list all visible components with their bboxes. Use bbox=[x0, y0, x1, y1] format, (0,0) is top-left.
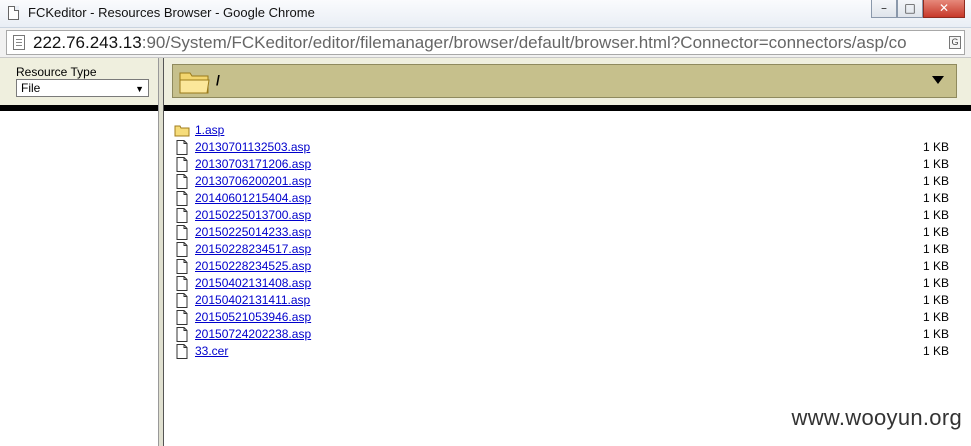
file-icon bbox=[176, 259, 188, 274]
window-controls: – □ ✕ bbox=[871, 0, 965, 18]
close-icon: ✕ bbox=[938, 1, 950, 15]
file-size: 1 KB bbox=[922, 310, 949, 324]
right-divider bbox=[164, 105, 971, 111]
page-info-icon[interactable] bbox=[13, 35, 25, 50]
file-row: 20130703171206.asp 1 KB bbox=[174, 156, 964, 173]
file-icon bbox=[176, 242, 188, 257]
file-link[interactable]: 20150724202238.asp bbox=[195, 327, 311, 341]
file-row: 20140601215404.asp 1 KB bbox=[174, 190, 964, 207]
file-link[interactable]: 20130703171206.asp bbox=[195, 157, 311, 171]
resource-type-select[interactable]: File ▼ bbox=[16, 79, 149, 97]
file-icon bbox=[176, 276, 188, 291]
file-link[interactable]: 20150225014233.asp bbox=[195, 225, 311, 239]
file-link[interactable]: 33.cer bbox=[195, 344, 228, 358]
file-link[interactable]: 20150402131408.asp bbox=[195, 276, 311, 290]
file-size: 1 KB bbox=[922, 242, 949, 256]
window-title: FCKeditor - Resources Browser - Google C… bbox=[28, 5, 315, 20]
file-link[interactable]: 20130706200201.asp bbox=[195, 174, 311, 188]
left-panel: Resource Type File ▼ bbox=[0, 58, 158, 446]
file-link[interactable]: 20150228234525.asp bbox=[195, 259, 311, 273]
minimize-button[interactable]: – bbox=[871, 0, 897, 18]
folder-icon bbox=[174, 125, 190, 137]
maximize-icon: □ bbox=[904, 1, 916, 15]
file-icon bbox=[176, 293, 188, 308]
file-size: 1 KB bbox=[922, 259, 949, 273]
file-size: 1 KB bbox=[922, 157, 949, 171]
url-path: :90/System/FCKeditor/editor/filemanager/… bbox=[141, 33, 907, 52]
resources-browser: Resource Type File ▼ / 1.asp 201307011325… bbox=[0, 58, 971, 446]
chevron-down-icon: ▼ bbox=[135, 84, 144, 94]
file-row: 20150402131408.asp 1 KB bbox=[174, 275, 964, 292]
file-size: 1 KB bbox=[922, 327, 949, 341]
file-icon bbox=[176, 174, 188, 189]
file-link[interactable]: 20150402131411.asp bbox=[195, 293, 310, 307]
file-link[interactable]: 20130701132503.asp bbox=[195, 140, 310, 154]
resource-type-value: File bbox=[21, 81, 41, 95]
resource-type-label: Resource Type bbox=[16, 65, 97, 79]
current-folder-bar[interactable]: / bbox=[172, 64, 957, 98]
file-row: 20150521053946.asp 1 KB bbox=[174, 309, 964, 326]
file-icon bbox=[176, 327, 188, 342]
file-list: 1.asp 20130701132503.asp 1 KB 2013070317120… bbox=[174, 122, 964, 360]
file-size: 1 KB bbox=[922, 344, 949, 358]
close-button[interactable]: ✕ bbox=[923, 0, 965, 18]
file-row: 20150228234517.asp 1 KB bbox=[174, 241, 964, 258]
file-size: 1 KB bbox=[922, 191, 949, 205]
translate-icon[interactable]: G bbox=[949, 36, 961, 49]
file-row: 20130706200201.asp 1 KB bbox=[174, 173, 964, 190]
file-icon bbox=[176, 225, 188, 240]
url-text[interactable]: 222.76.243.13:90/System/FCKeditor/editor… bbox=[33, 33, 907, 53]
url-field[interactable]: 222.76.243.13:90/System/FCKeditor/editor… bbox=[6, 30, 965, 55]
chevron-down-icon[interactable] bbox=[932, 76, 944, 84]
file-size: 1 KB bbox=[922, 140, 949, 154]
file-icon bbox=[176, 157, 188, 172]
folder-open-icon bbox=[179, 72, 210, 94]
file-row: 20150724202238.asp 1 KB bbox=[174, 326, 964, 343]
left-divider bbox=[0, 105, 158, 111]
folder-row: 1.asp bbox=[174, 122, 964, 139]
file-row: 20150225014233.asp 1 KB bbox=[174, 224, 964, 241]
file-size: 1 KB bbox=[922, 225, 949, 239]
window-title-bar: FCKeditor - Resources Browser - Google C… bbox=[0, 0, 971, 28]
folder-header: / bbox=[164, 58, 971, 105]
file-link[interactable]: 20140601215404.asp bbox=[195, 191, 311, 205]
file-row: 20150225013700.asp 1 KB bbox=[174, 207, 964, 224]
file-icon bbox=[176, 140, 188, 155]
file-size: 1 KB bbox=[922, 208, 949, 222]
address-bar: 222.76.243.13:90/System/FCKeditor/editor… bbox=[0, 28, 971, 58]
file-icon bbox=[176, 344, 188, 359]
folder-link[interactable]: 1.asp bbox=[195, 123, 224, 137]
file-icon bbox=[176, 310, 188, 325]
maximize-button[interactable]: □ bbox=[897, 0, 923, 18]
file-icon bbox=[176, 191, 188, 206]
file-row: 20150402131411.asp 1 KB bbox=[174, 292, 964, 309]
page-icon bbox=[8, 6, 19, 20]
file-link[interactable]: 20150225013700.asp bbox=[195, 208, 311, 222]
watermark: www.wooyun.org bbox=[791, 405, 962, 430]
file-row: 20150228234525.asp 1 KB bbox=[174, 258, 964, 275]
file-size: 1 KB bbox=[922, 174, 949, 188]
file-link[interactable]: 20150521053946.asp bbox=[195, 310, 311, 324]
minimize-icon: – bbox=[881, 1, 887, 15]
file-row: 33.cer 1 KB bbox=[174, 343, 964, 360]
file-icon bbox=[176, 208, 188, 223]
file-size: 1 KB bbox=[922, 293, 949, 307]
resource-type-panel: Resource Type File ▼ bbox=[0, 58, 158, 105]
file-row: 20130701132503.asp 1 KB bbox=[174, 139, 964, 156]
file-size: 1 KB bbox=[922, 276, 949, 290]
url-host: 222.76.243.13 bbox=[33, 33, 142, 52]
file-link[interactable]: 20150228234517.asp bbox=[195, 242, 311, 256]
current-path: / bbox=[216, 72, 220, 88]
